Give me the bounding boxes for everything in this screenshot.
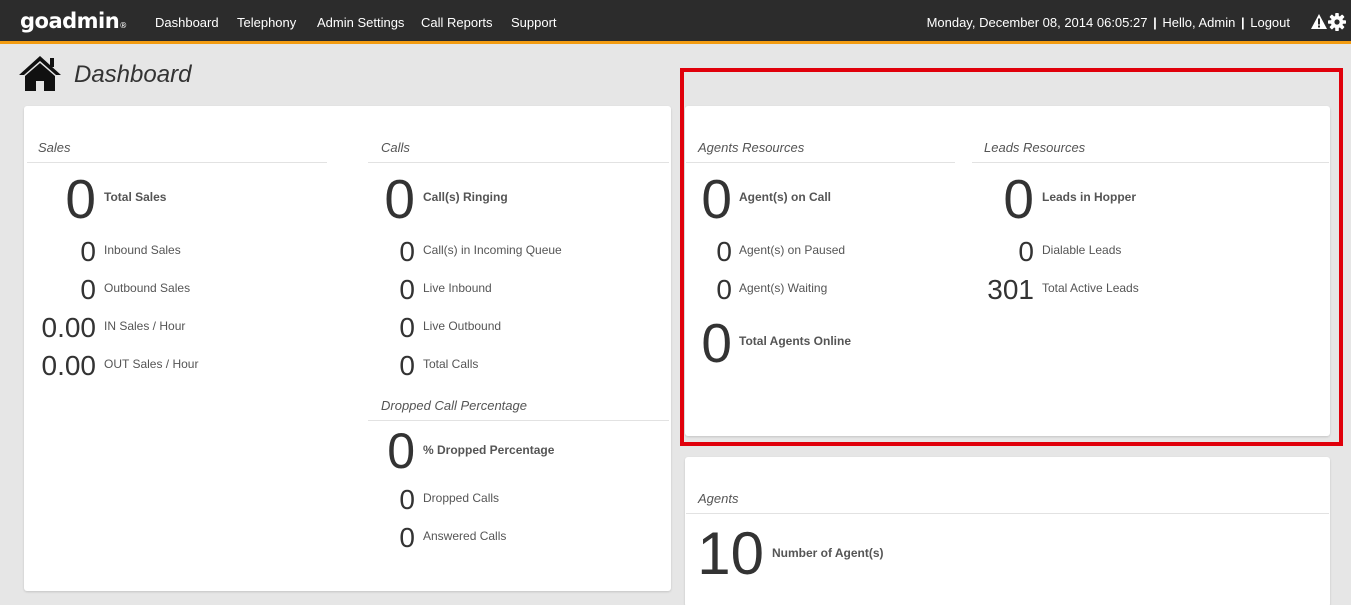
warning-icon[interactable] [1311,14,1327,29]
nav-telephony[interactable]: Telephony [237,15,296,30]
out-sales-hour-value: 0.00 [41,350,97,381]
total-sales-value: 0 [65,168,96,230]
divider [27,162,327,163]
leads-resources-title: Leads Resources [984,140,1086,155]
live-inbound-value: 0 [399,274,415,305]
total-sales-label: Total Sales [104,190,167,204]
nav-admin-settings[interactable]: Admin Settings [317,15,404,30]
total-agents-online-value: 0 [701,312,732,374]
datetime: Monday, December 08, 2014 06:05:27 [926,15,1148,30]
greeting: Hello, Admin [1162,15,1236,30]
dialable-leads-value: 0 [1018,236,1034,267]
agents-resources-title: Agents Resources [698,140,805,155]
leads-in-hopper-label: Leads in Hopper [1042,190,1137,204]
agents-on-paused-label: Agent(s) on Paused [739,243,846,257]
page-title: Dashboard [74,61,192,88]
user-status: Monday, December 08, 2014 06:05:27 | Hel… [927,15,1290,30]
outbound-sales-label: Outbound Sales [104,281,191,295]
nav-dashboard[interactable]: Dashboard [155,15,219,30]
leads-in-hopper-value: 0 [1003,168,1034,230]
number-of-agents-value: 10 [697,520,764,587]
agents-title: Agents [698,491,739,506]
total-active-leads-label: Total Active Leads [1042,281,1139,295]
dropped-calls-value: 0 [399,484,415,515]
home-icon [19,56,61,91]
dialable-leads-label: Dialable Leads [1042,243,1122,257]
total-active-leads-value: 301 [987,274,1034,305]
stats-panel [24,106,671,591]
divider [368,420,669,421]
agents-panel [685,457,1330,605]
top-navigation-bar: goadmin® Dashboard Telephony Admin Setti… [0,0,1351,44]
divider [972,162,1329,163]
resources-panel [685,106,1330,436]
total-calls-label: Total Calls [423,357,479,371]
divider [686,162,955,163]
sales-title: Sales [38,140,71,155]
live-inbound-label: Live Inbound [423,281,492,295]
in-sales-hour-label: IN Sales / Hour [104,319,186,333]
incoming-queue-label: Call(s) in Incoming Queue [423,243,562,257]
live-outbound-label: Live Outbound [423,319,502,333]
dropped-percentage-value: 0 [387,423,415,479]
calls-title: Calls [381,140,410,155]
calls-ringing-value: 0 [384,168,415,230]
live-outbound-value: 0 [399,312,415,343]
answered-calls-value: 0 [399,522,415,553]
agents-on-call-label: Agent(s) on Call [739,190,831,204]
divider [368,162,669,163]
agents-waiting-label: Agent(s) Waiting [739,281,828,295]
agents-on-call-value: 0 [701,168,732,230]
divider [686,513,1329,514]
goadmin-logo[interactable]: goadmin® [20,9,127,33]
gear-icon[interactable] [1328,13,1346,31]
incoming-queue-value: 0 [399,236,415,267]
dropped-title: Dropped Call Percentage [381,398,527,413]
agents-on-paused-value: 0 [716,236,732,267]
outbound-sales-value: 0 [80,274,96,305]
in-sales-hour-value: 0.00 [41,312,97,343]
agents-waiting-value: 0 [716,274,732,305]
calls-ringing-label: Call(s) Ringing [423,190,508,204]
separator: | [1153,15,1157,30]
separator: | [1240,15,1245,30]
nav-support[interactable]: Support [511,15,557,30]
inbound-sales-value: 0 [80,236,96,267]
total-calls-value: 0 [399,350,415,381]
logout-link[interactable]: Logout [1250,15,1290,30]
dropped-calls-label: Dropped Calls [423,491,500,505]
dropped-percentage-label: % Dropped Percentage [423,443,555,457]
out-sales-hour-label: OUT Sales / Hour [104,357,199,371]
answered-calls-label: Answered Calls [423,529,507,543]
number-of-agents-label: Number of Agent(s) [772,546,884,560]
inbound-sales-label: Inbound Sales [104,243,181,257]
total-agents-online-label: Total Agents Online [739,334,852,348]
nav-call-reports[interactable]: Call Reports [421,15,493,30]
